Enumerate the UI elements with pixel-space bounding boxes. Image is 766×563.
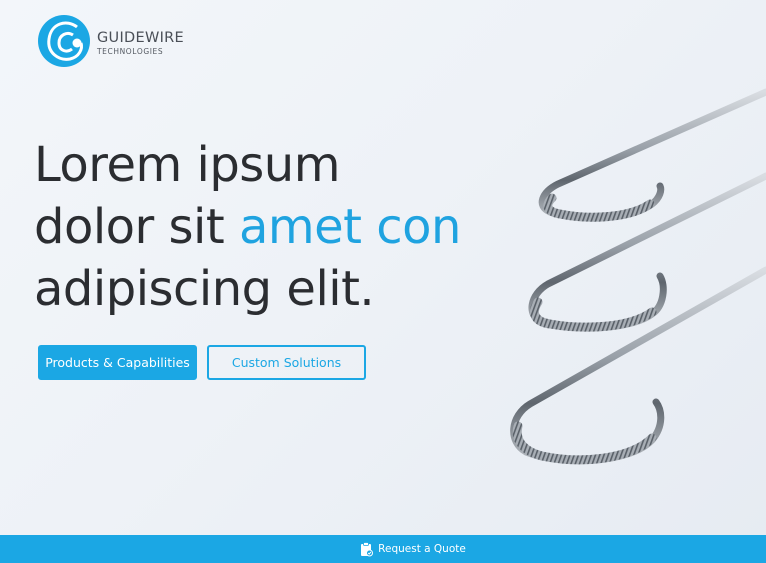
custom-solutions-button[interactable]: Custom Solutions xyxy=(207,345,366,380)
brand-logo[interactable]: GUIDEWIRE TECHNOLOGIES xyxy=(37,13,184,69)
wire-1 xyxy=(538,88,766,222)
request-quote-bar: Request a Quote xyxy=(0,535,766,563)
headline-line-1: Lorem ipsum xyxy=(34,137,340,193)
headline-line-3: adipiscing elit. xyxy=(34,261,375,317)
wire-3 xyxy=(510,266,766,465)
brand-subtitle: TECHNOLOGIES xyxy=(97,46,164,56)
guidewire-hooks-image xyxy=(510,88,766,465)
clipboard-check-icon xyxy=(361,541,374,556)
wire-2 xyxy=(528,172,766,332)
hero-headline: Lorem ipsum dolor sit amet con adipiscin… xyxy=(34,134,461,320)
brand-name: GUIDEWIRE xyxy=(97,30,185,46)
headline-line-2: dolor sit xyxy=(34,199,239,255)
request-quote-link[interactable]: Request a Quote xyxy=(360,541,466,557)
request-quote-label: Request a Quote xyxy=(378,543,466,555)
products-capabilities-button[interactable]: Products & Capabilities xyxy=(38,345,197,380)
guidewire-logo-icon xyxy=(38,15,90,67)
headline-accent: amet con xyxy=(238,199,461,255)
